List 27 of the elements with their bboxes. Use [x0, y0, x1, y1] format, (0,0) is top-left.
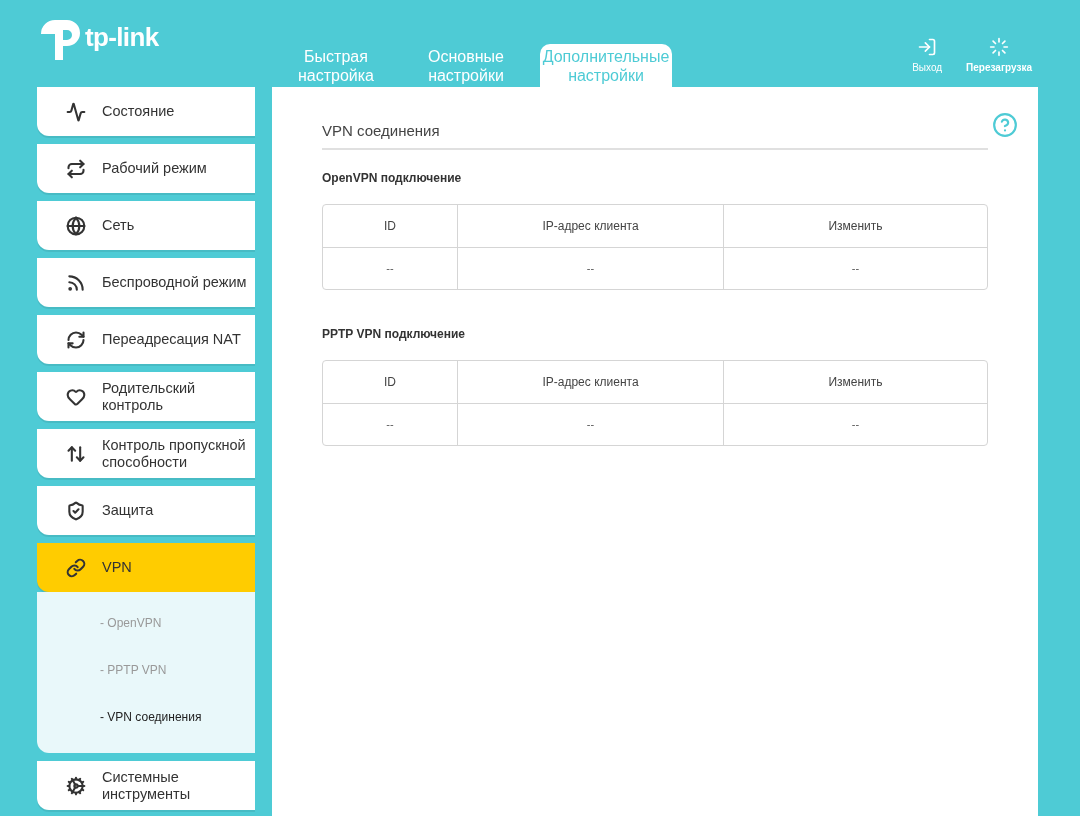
sidebar-item[interactable]: Защита — [37, 486, 255, 535]
sidebar-item[interactable]: Сеть — [37, 201, 255, 250]
column-header: IP-адрес клиента — [457, 361, 723, 403]
column-header: Изменить — [723, 205, 987, 247]
page-title: VPN соединения — [322, 122, 440, 139]
column-header: Изменить — [723, 361, 987, 403]
table-cell-text: -- — [385, 261, 395, 277]
sidebar-item[interactable]: Состояние — [37, 87, 255, 136]
table-cell: -- — [457, 248, 723, 289]
table-cell: -- — [723, 404, 987, 445]
section-title: OpenVPN подключение — [322, 171, 462, 185]
sidebar-item[interactable]: Переадресация NAT — [37, 315, 255, 364]
sidebar-item[interactable]: Рабочий режим — [37, 144, 255, 193]
sidebar-item[interactable]: Беспроводной режим — [37, 258, 255, 307]
submenu-item[interactable]: - VPN соединения — [100, 709, 255, 726]
column-header: ID — [383, 218, 397, 235]
sidebar-item[interactable]: Системные инструменты — [37, 761, 255, 810]
table-cell: -- — [457, 404, 723, 445]
section-title: PPTP VPN подключение — [322, 327, 465, 341]
sidebar-item[interactable]: Контроль пропускной способности — [37, 429, 255, 478]
sidebar-item[interactable]: Родительский контроль — [37, 372, 255, 421]
table-cell: -- — [723, 248, 987, 289]
table-cell-text: -- — [385, 417, 395, 433]
column-header: IP-адрес клиента — [457, 205, 723, 247]
logo-text: tp-link — [85, 23, 159, 50]
sidebar-item[interactable]: VPN — [37, 543, 255, 592]
column-header: ID — [383, 374, 397, 391]
